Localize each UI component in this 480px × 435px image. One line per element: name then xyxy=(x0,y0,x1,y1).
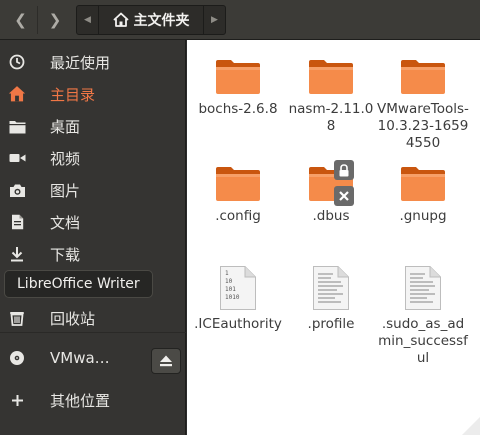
go-back-icon: ❮ xyxy=(14,11,27,29)
tooltip: LibreOffice Writer xyxy=(4,270,153,298)
file-item-file[interactable]: .profile xyxy=(285,266,377,333)
file-name: VMwareTools-10.3.23-16594550 xyxy=(377,101,469,151)
file-name: .ICEauthority xyxy=(194,316,282,332)
file-item-folder[interactable]: bochs-2.6.8 xyxy=(192,59,284,118)
camera-icon xyxy=(8,181,26,199)
binary-preview-line: 1 xyxy=(225,270,229,277)
sidebar-item-label: 文档 xyxy=(50,213,81,232)
sidebar-item-label: 视频 xyxy=(50,149,81,168)
file-name: .gnupg xyxy=(399,208,447,224)
video-icon xyxy=(8,149,26,167)
sidebar-item-label: 桌面 xyxy=(50,117,81,136)
file-name: bochs-2.6.8 xyxy=(198,101,278,117)
home-icon xyxy=(8,85,26,103)
binary-preview-line: 1010 xyxy=(225,294,240,301)
sidebar-item-label: 最近使用 xyxy=(50,53,111,72)
file-name: nasm-2.11.08 xyxy=(288,101,374,134)
folder-icon xyxy=(216,167,260,201)
resize-grip[interactable] xyxy=(462,417,480,435)
sidebar-item-trash[interactable]: 回收站 xyxy=(0,302,186,334)
path-scroll-left-button[interactable]: ◀ xyxy=(77,6,99,34)
clock-icon xyxy=(8,53,26,71)
trash-icon xyxy=(8,309,26,327)
sidebar-item-other-locations[interactable]: 其他位置 xyxy=(0,384,186,416)
folder-icon xyxy=(309,60,353,94)
download-icon xyxy=(8,245,26,263)
go-forward-icon: ❯ xyxy=(48,11,62,29)
sidebar-item-documents[interactable]: 文档 xyxy=(0,206,186,238)
binary-file-icon: 1 10 101 1010 xyxy=(220,266,256,310)
sidebar-item-recent[interactable]: 最近使用 xyxy=(0,46,186,78)
folder-icon xyxy=(401,60,445,94)
file-name: .config xyxy=(215,208,261,224)
sidebar-item-desktop[interactable]: 桌面 xyxy=(0,110,186,142)
path-bar: ◀ 主文件夹 ▶ xyxy=(76,5,226,35)
text-file-icon xyxy=(405,266,441,310)
binary-preview-line: 101 xyxy=(225,286,236,293)
file-name: .dbus xyxy=(312,208,350,224)
path-item-home[interactable]: 主文件夹 xyxy=(99,10,203,30)
sidebar-item-label: 图片 xyxy=(50,181,81,200)
sidebar-item-videos[interactable]: 视频 xyxy=(0,142,186,174)
eject-button[interactable] xyxy=(151,348,181,374)
header-bar: ❮ ❯ ◀ 主文件夹 ▶ xyxy=(0,0,480,40)
forward-button[interactable]: ❯ xyxy=(38,6,72,34)
sidebar-item-home[interactable]: 主目录 xyxy=(0,78,186,110)
lock-icon xyxy=(334,160,354,180)
file-item-file[interactable]: .sudo_as_admin_successful xyxy=(377,266,469,367)
sidebar-item-label: VMwa… xyxy=(50,349,110,367)
eject-icon xyxy=(160,355,172,367)
path-item-label: 主文件夹 xyxy=(133,13,190,29)
sidebar-item-label: 回收站 xyxy=(50,309,96,328)
disc-icon xyxy=(8,349,26,367)
file-item-folder[interactable]: VMwareTools-10.3.23-16594550 xyxy=(377,59,469,152)
file-view: bochs-2.6.8 nasm-2.11.08 VMwareTools-10.… xyxy=(187,40,480,435)
folder-icon xyxy=(8,117,26,135)
binary-preview-line: 10 xyxy=(225,278,233,285)
file-name: .profile xyxy=(307,316,355,332)
plus-icon xyxy=(8,391,26,409)
file-item-folder[interactable]: nasm-2.11.08 xyxy=(285,59,377,135)
text-file-icon xyxy=(313,266,349,310)
sidebar-item-downloads[interactable]: 下载 xyxy=(0,238,186,270)
sidebar-item-pictures[interactable]: 图片 xyxy=(0,174,186,206)
sidebar-item-label: 主目录 xyxy=(50,85,96,104)
sidebar: 最近使用 主目录 桌面 视频 图片 文档 下载 回收站 VMwa… 其他位置 xyxy=(0,40,186,435)
sidebar-item-vmware-disc[interactable]: VMwa… xyxy=(0,342,186,374)
sidebar-item-label: 其他位置 xyxy=(50,391,111,410)
no-access-icon xyxy=(334,186,354,206)
path-scroll-right-button[interactable]: ▶ xyxy=(203,6,225,34)
home-icon xyxy=(113,12,128,27)
folder-icon xyxy=(401,167,445,201)
sidebar-divider xyxy=(0,332,186,333)
file-name: .sudo_as_admin_successful xyxy=(378,316,468,366)
file-item-folder[interactable]: .dbus xyxy=(285,160,377,225)
folder-icon xyxy=(216,60,260,94)
sidebar-item-label: 下载 xyxy=(50,245,81,264)
file-item-file[interactable]: 1 10 101 1010 .ICEauthority xyxy=(192,266,284,333)
document-icon xyxy=(8,213,26,231)
file-item-folder[interactable]: .gnupg xyxy=(377,166,469,225)
file-item-folder[interactable]: .config xyxy=(192,166,284,225)
back-button[interactable]: ❮ xyxy=(4,6,38,34)
